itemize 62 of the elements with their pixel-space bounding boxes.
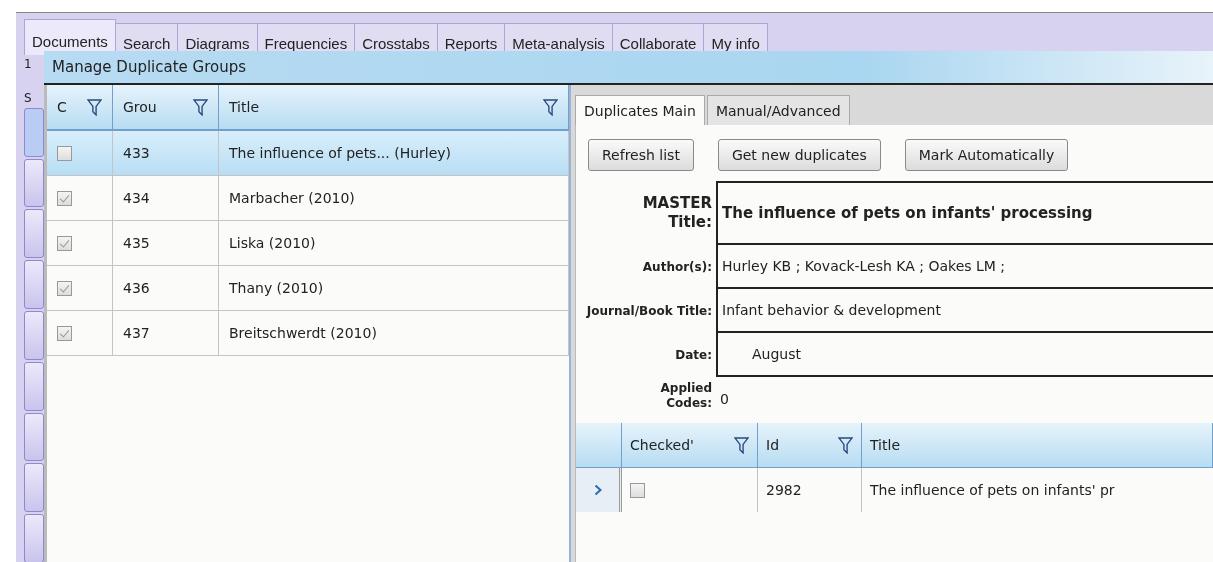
column-header[interactable]: C xyxy=(47,85,113,129)
checkbox[interactable] xyxy=(57,325,72,341)
filter-icon[interactable] xyxy=(838,436,853,454)
dialog-title: Manage Duplicate Groups xyxy=(44,51,1213,85)
tab[interactable]: Manual/Advanced xyxy=(706,95,850,125)
column-header[interactable]: Title xyxy=(862,423,1213,467)
field-value: 0 xyxy=(719,390,730,409)
side-tab[interactable] xyxy=(24,514,44,562)
field-label: MASTER Title: xyxy=(641,192,713,233)
column-header[interactable]: Grou xyxy=(113,85,219,129)
background-label: 1 xyxy=(24,57,33,72)
field-value: August xyxy=(716,333,1213,377)
table-row[interactable]: 437 Breitschwerdt (2010) xyxy=(47,311,569,356)
filter-icon[interactable] xyxy=(543,98,558,116)
table-row[interactable]: 436 Thany (2010) xyxy=(47,266,569,311)
table-cell: 436 xyxy=(123,280,150,296)
table-cell: Marbacher (2010) xyxy=(229,190,355,206)
filter-icon[interactable] xyxy=(734,436,749,454)
filter-icon[interactable] xyxy=(193,98,208,116)
field-label: Author(s): xyxy=(641,259,713,276)
side-tab[interactable] xyxy=(24,260,44,309)
field-value: Infant behavior & development xyxy=(716,289,1213,333)
table-cell: 433 xyxy=(123,145,150,161)
tab[interactable]: Duplicates Main xyxy=(575,95,705,125)
side-tab[interactable] xyxy=(24,311,44,360)
action-button[interactable]: Mark Automatically xyxy=(904,139,1069,171)
checkbox[interactable] xyxy=(57,190,72,206)
table-row[interactable]: 435 Liska (2010) xyxy=(47,221,569,266)
table-cell: 435 xyxy=(123,235,150,251)
table-row[interactable]: 434 Marbacher (2010) xyxy=(47,176,569,221)
action-button[interactable]: Get new duplicates xyxy=(717,139,881,171)
column-header[interactable]: Title xyxy=(219,85,569,129)
side-tab[interactable] xyxy=(24,209,44,259)
side-tab[interactable] xyxy=(24,463,44,513)
side-tab[interactable] xyxy=(24,361,44,411)
filter-icon[interactable] xyxy=(87,98,102,116)
column-header[interactable]: Checked' xyxy=(622,423,758,467)
checkbox[interactable] xyxy=(57,280,72,296)
checkbox[interactable] xyxy=(630,482,645,498)
background-label: S xyxy=(24,91,33,106)
action-button[interactable]: Refresh list xyxy=(588,139,694,171)
column-header[interactable]: Id xyxy=(758,423,862,467)
field-label: Applied Codes: xyxy=(659,380,713,412)
table-row[interactable]: 433 The influence of pets... (Hurley) xyxy=(47,131,569,176)
side-handle[interactable] xyxy=(24,107,44,157)
table-cell: Thany (2010) xyxy=(229,280,324,296)
checkbox[interactable] xyxy=(57,235,72,251)
main-tab[interactable]: Documents xyxy=(24,19,116,55)
table-cell: The influence of pets on infants' pr xyxy=(870,482,1115,498)
table-cell: The influence of pets... (Hurley) xyxy=(229,145,452,161)
field-value: The influence of pets on infants' processing xyxy=(716,181,1213,245)
field-value: Hurley KB ; Kovack-Lesh KA ; Oakes LM ; xyxy=(716,245,1213,289)
checkbox[interactable] xyxy=(57,145,72,161)
table-cell: Breitschwerdt (2010) xyxy=(229,325,377,341)
table-cell: 437 xyxy=(123,325,150,341)
field-label: Journal/Book Title: xyxy=(585,303,713,320)
table-cell: 2982 xyxy=(766,482,802,498)
table-cell: Liska (2010) xyxy=(229,235,316,251)
field-label: Date: xyxy=(674,347,713,364)
table-cell: 434 xyxy=(123,190,150,206)
side-tab[interactable] xyxy=(24,412,44,462)
side-tab[interactable] xyxy=(24,158,44,208)
